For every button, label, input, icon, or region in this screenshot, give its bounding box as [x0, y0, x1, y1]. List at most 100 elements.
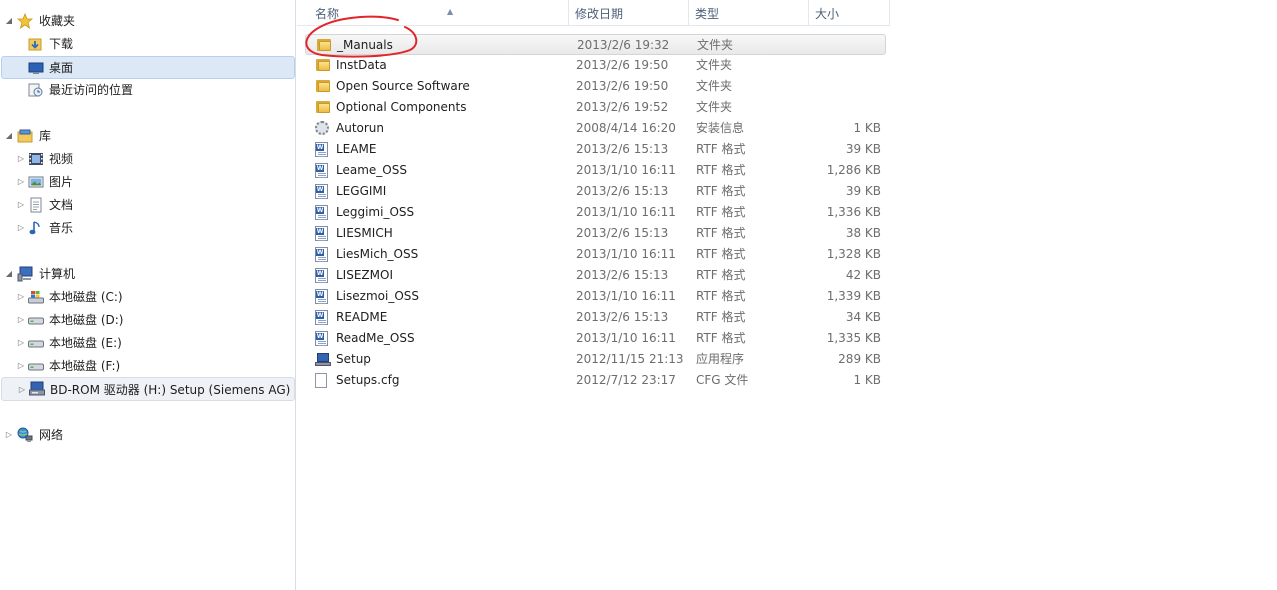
- file-name: _Manuals: [337, 38, 393, 52]
- nav-item-music[interactable]: ▷ 音乐: [0, 216, 296, 239]
- collapse-arrow-icon[interactable]: ▷: [16, 223, 26, 232]
- file-row[interactable]: InstData 2013/2/6 19:50 文件夹: [305, 55, 886, 76]
- nav-item-drive-f-label: 本地磁盘 (F:): [49, 359, 121, 373]
- file-date: 2013/2/6 19:32: [577, 38, 670, 52]
- column-header-date[interactable]: 修改日期: [569, 0, 689, 26]
- file-type: 文件夹: [696, 100, 733, 114]
- expand-arrow-icon[interactable]: ◢: [4, 269, 14, 278]
- file-row[interactable]: W LIESMICH 2013/2/6 15:13 RTF 格式 38 KB: [305, 223, 886, 244]
- file-row[interactable]: Optional Components 2013/2/6 19:52 文件夹: [305, 97, 886, 118]
- rtf-document-icon: W: [315, 205, 331, 220]
- navigation-pane[interactable]: ◢ 收藏夹 下载 桌面 最近访问的位置 ◢ 库 ▷ 视频 ▷ 图片 ▷ 文档 ▷…: [0, 0, 296, 590]
- rtf-document-icon: W: [315, 331, 331, 346]
- file-row[interactable]: Open Source Software 2013/2/6 19:50 文件夹: [305, 76, 886, 97]
- nav-item-downloads[interactable]: 下载: [0, 32, 296, 55]
- setup-information-icon: [315, 121, 331, 136]
- column-header-bar: 名称 ▲ 修改日期 类型 大小: [297, 0, 890, 26]
- nav-item-recent-places[interactable]: 最近访问的位置: [0, 78, 296, 101]
- file-name: Lisezmoi_OSS: [336, 289, 419, 303]
- nav-item-drive-e[interactable]: ▷ 本地磁盘 (E:): [0, 331, 296, 354]
- file-date: 2012/7/12 23:17: [576, 373, 676, 387]
- downloads-folder-icon: [27, 36, 43, 52]
- file-name: LIESMICH: [336, 226, 393, 240]
- rtf-document-icon: W: [315, 310, 331, 325]
- file-type: RTF 格式: [696, 247, 746, 261]
- file-row[interactable]: W Leggimi_OSS 2013/1/10 16:11 RTF 格式 1,336 K…: [305, 202, 886, 223]
- collapse-arrow-icon[interactable]: ▷: [16, 200, 26, 209]
- file-date: 2013/1/10 16:11: [576, 331, 676, 345]
- nav-libraries[interactable]: ◢ 库: [0, 124, 296, 147]
- file-row[interactable]: Autorun 2008/4/14 16:20 安装信息 1 KB: [305, 118, 886, 139]
- file-date: 2013/2/6 19:50: [576, 79, 669, 93]
- file-size: 1,336 KB: [826, 205, 881, 219]
- nav-item-drive-d[interactable]: ▷ 本地磁盘 (D:): [0, 308, 296, 331]
- rtf-document-icon: W: [315, 226, 331, 241]
- nav-computer[interactable]: ◢ 计算机: [0, 262, 296, 285]
- file-type: RTF 格式: [696, 226, 746, 240]
- video-library-icon: [28, 151, 44, 167]
- column-header-size[interactable]: 大小: [809, 0, 890, 26]
- file-row[interactable]: W README 2013/2/6 15:13 RTF 格式 34 KB: [305, 307, 886, 328]
- collapse-arrow-icon[interactable]: ▷: [16, 177, 26, 186]
- column-header-type[interactable]: 类型: [689, 0, 809, 26]
- rtf-document-icon: W: [315, 247, 331, 262]
- column-header-name[interactable]: 名称 ▲: [309, 0, 569, 26]
- file-type: RTF 格式: [696, 268, 746, 282]
- file-type: RTF 格式: [696, 310, 746, 324]
- file-name: LiesMich_OSS: [336, 247, 419, 261]
- file-date: 2013/2/6 15:13: [576, 226, 669, 240]
- libraries-icon: [17, 128, 33, 144]
- file-type: RTF 格式: [696, 184, 746, 198]
- file-size: 1,328 KB: [826, 247, 881, 261]
- file-size: 39 KB: [845, 184, 881, 198]
- rtf-document-icon: W: [315, 289, 331, 304]
- collapse-arrow-icon[interactable]: ▷: [16, 338, 26, 347]
- nav-computer-label: 计算机: [39, 267, 76, 281]
- file-row[interactable]: Setup 2012/11/15 21:13 应用程序 289 KB: [305, 349, 886, 370]
- nav-item-documents[interactable]: ▷ 文档: [0, 193, 296, 216]
- file-list-pane[interactable]: 名称 ▲ 修改日期 类型 大小 _Manuals 2013/2/6 19:32 文件…: [297, 0, 1277, 590]
- file-date: 2013/1/10 16:11: [576, 289, 676, 303]
- file-row[interactable]: W LEGGIMI 2013/2/6 15:13 RTF 格式 39 KB: [305, 181, 886, 202]
- file-row[interactable]: W ReadMe_OSS 2013/1/10 16:11 RTF 格式 1,335 KB: [305, 328, 886, 349]
- file-row[interactable]: W Leame_OSS 2013/1/10 16:11 RTF 格式 1,286 KB: [305, 160, 886, 181]
- collapse-arrow-icon[interactable]: ▷: [16, 361, 26, 370]
- file-name: Open Source Software: [336, 79, 470, 93]
- nav-item-desktop[interactable]: 桌面: [1, 56, 295, 79]
- nav-favorites[interactable]: ◢ 收藏夹: [0, 9, 296, 32]
- nav-item-drive-f[interactable]: ▷ 本地磁盘 (F:): [0, 354, 296, 377]
- sort-ascending-icon: ▲: [447, 7, 454, 16]
- collapse-arrow-icon[interactable]: ▷: [16, 154, 26, 163]
- collapse-arrow-icon[interactable]: ▷: [4, 430, 14, 439]
- nav-item-drive-d-label: 本地磁盘 (D:): [49, 313, 124, 327]
- file-row[interactable]: W LiesMich_OSS 2013/1/10 16:11 RTF 格式 1,328 …: [305, 244, 886, 265]
- expand-arrow-icon[interactable]: ◢: [4, 16, 14, 25]
- nav-item-drive-c[interactable]: ▷ 本地磁盘 (C:): [0, 285, 296, 308]
- hard-drive-icon: [28, 358, 44, 374]
- folder-icon: [316, 38, 332, 53]
- setup-drive-icon: [29, 381, 45, 397]
- collapse-arrow-icon[interactable]: ▷: [17, 385, 27, 394]
- column-header-date-label: 修改日期: [575, 7, 624, 21]
- file-name: Leggimi_OSS: [336, 205, 415, 219]
- nav-item-pictures[interactable]: ▷ 图片: [0, 170, 296, 193]
- file-size: 42 KB: [845, 268, 881, 282]
- rtf-document-icon: W: [315, 184, 331, 199]
- file-name: ReadMe_OSS: [336, 331, 415, 345]
- nav-item-pictures-label: 图片: [49, 175, 74, 189]
- file-row[interactable]: W Lisezmoi_OSS 2013/1/10 16:11 RTF 格式 1,339 …: [305, 286, 886, 307]
- collapse-arrow-icon[interactable]: ▷: [16, 292, 26, 301]
- file-row[interactable]: W LISEZMOI 2013/2/6 15:13 RTF 格式 42 KB: [305, 265, 886, 286]
- file-name: LISEZMOI: [336, 268, 393, 282]
- nav-network[interactable]: ▷ 网络: [0, 423, 296, 446]
- nav-item-recent-places-label: 最近访问的位置: [49, 83, 134, 97]
- collapse-arrow-icon[interactable]: ▷: [16, 315, 26, 324]
- file-row[interactable]: _Manuals 2013/2/6 19:32 文件夹: [305, 34, 886, 55]
- expand-arrow-icon[interactable]: ◢: [4, 131, 14, 140]
- nav-item-videos[interactable]: ▷ 视频: [0, 147, 296, 170]
- file-row[interactable]: W LEAME 2013/2/6 15:13 RTF 格式 39 KB: [305, 139, 886, 160]
- nav-item-drive-h[interactable]: ▷ BD-ROM 驱动器 (H:) Setup (Siemens AG): [1, 377, 295, 401]
- nav-item-documents-label: 文档: [49, 198, 74, 212]
- file-row[interactable]: Setups.cfg 2012/7/12 23:17 CFG 文件 1 KB: [305, 370, 886, 391]
- favorites-star-icon: [17, 12, 33, 29]
